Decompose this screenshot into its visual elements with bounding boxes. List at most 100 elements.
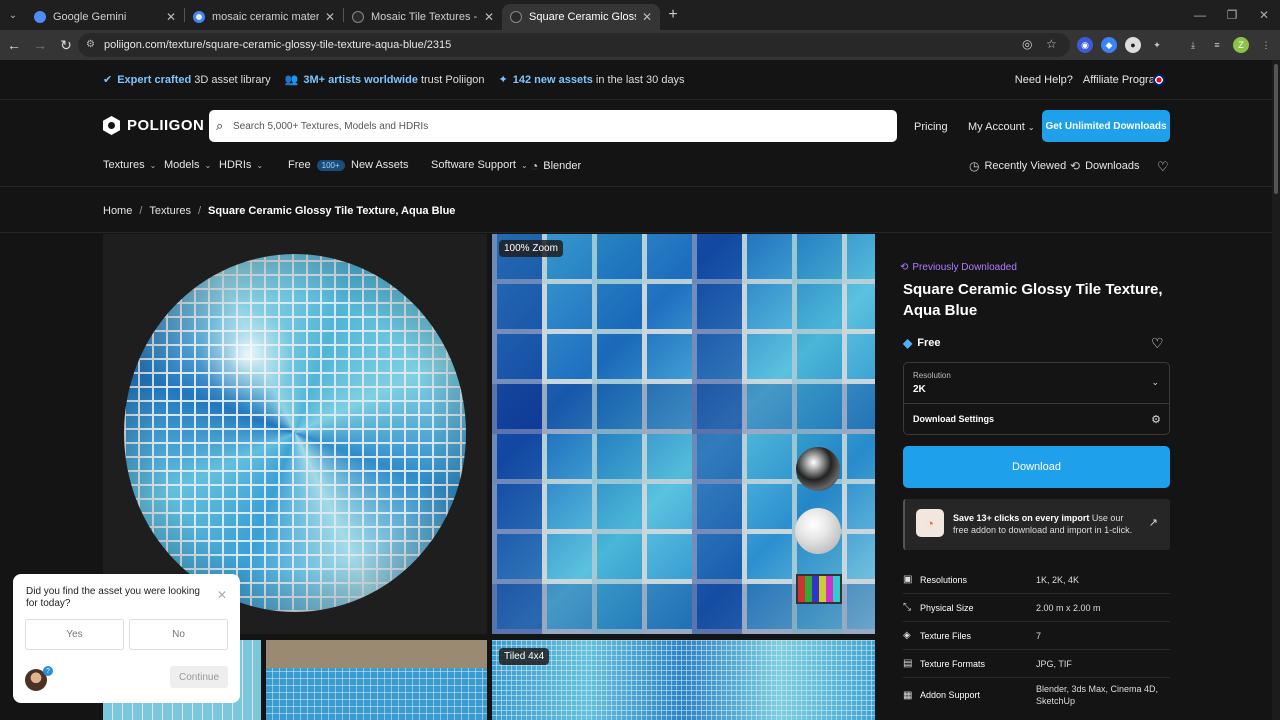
continue-button[interactable]: Continue [170, 666, 228, 688]
browser-tab[interactable]: mosaic ceramic material for un ✕ [185, 4, 343, 30]
chevron-down-icon: ⌄ [521, 160, 528, 170]
chevron-down-icon[interactable]: ⌄ [1151, 377, 1159, 388]
uk-flag-icon[interactable] [1153, 74, 1165, 86]
nav-hdris[interactable]: HDRIs ⌄ [219, 159, 263, 171]
download-icon[interactable]: ⤓ [1185, 37, 1201, 53]
close-tab-icon[interactable]: ✕ [642, 10, 652, 24]
close-window-icon[interactable]: ✕ [1248, 0, 1280, 30]
resolution-icon: ▣ [903, 574, 913, 585]
url-text: poliigon.com/texture/square-ceramic-glos… [104, 39, 452, 51]
need-help-link[interactable]: Need Help? [1015, 74, 1073, 86]
promo-item: 👥 3M+ artists worldwide trust Poliigon [285, 73, 485, 87]
poliigon-logo[interactable]: POLIIGON [103, 116, 204, 135]
download-button[interactable]: Download [903, 446, 1170, 488]
spec-key: Physical Size [920, 602, 974, 613]
tab-search-icon[interactable]: ⌄ [0, 0, 26, 30]
promo-bar: ✔ Expert crafted 3D asset library 👥 3M+ … [0, 60, 1272, 100]
get-unlimited-downloads-button[interactable]: Get Unlimited Downloads [1042, 110, 1170, 142]
reading-list-icon[interactable]: ≡ [1209, 37, 1225, 53]
breadcrumb-home[interactable]: Home [103, 205, 132, 217]
price-label: Free [917, 337, 941, 349]
forward-icon[interactable]: → [28, 33, 52, 57]
blender-icon: ◔ [531, 159, 539, 173]
promo-highlight: 142 new assets [512, 73, 593, 86]
menu-kebab-icon[interactable]: ⋮ [1258, 37, 1274, 53]
nav-label: New Assets [351, 159, 409, 171]
close-icon[interactable]: ✕ [217, 588, 227, 602]
reload-icon[interactable]: ↻ [54, 33, 78, 57]
nav-software-support[interactable]: Software Support ⌄ [431, 159, 528, 171]
breadcrumb-textures[interactable]: Textures [149, 205, 191, 217]
resolution-select[interactable]: Resolution 2K [913, 371, 951, 395]
browser-tab-active[interactable]: Square Ceramic Glossy Tile Text ✕ [502, 4, 660, 30]
clock-icon: ◷ [969, 159, 980, 173]
breadcrumb-divider [0, 232, 1272, 233]
spec-value: 2.00 m x 2.00 m [1036, 602, 1101, 613]
grey-reference-ball [795, 508, 841, 554]
search-input[interactable]: ⌕ Search 5,000+ Textures, Models and HDR… [209, 110, 897, 142]
spec-row: ▦ Addon Support Blender, 3ds Max, Cinema 4… [903, 678, 1170, 712]
close-tab-icon[interactable]: ✕ [166, 10, 176, 24]
chevron-down-icon: ⌄ [256, 160, 264, 170]
bookmark-star-icon[interactable]: ☆ [1046, 37, 1057, 51]
eye-off-icon[interactable]: ◎ [1022, 37, 1032, 51]
download-history-icon: ⟲ [1070, 159, 1081, 173]
extension-icon[interactable]: ◉ [1077, 37, 1093, 53]
nav-textures[interactable]: Textures ⌄ [103, 159, 156, 171]
gemini-icon [34, 11, 46, 23]
promo-highlight: 3M+ artists worldwide [303, 73, 418, 86]
header-divider [0, 186, 1272, 187]
restore-icon[interactable]: ❐ [1216, 0, 1248, 30]
browser-tab[interactable]: Mosaic Tile Textures - Poliigon ✕ [344, 4, 502, 30]
downloads-link[interactable]: ⟲ Downloads [1070, 159, 1139, 173]
logo-text: POLIIGON [127, 117, 205, 134]
extensions-puzzle-icon[interactable]: ✦ [1149, 37, 1165, 53]
nav-models[interactable]: Models ⌄ [164, 159, 211, 171]
download-settings-label[interactable]: Download Settings [913, 414, 994, 424]
profile-avatar[interactable]: Z [1233, 37, 1249, 53]
blender-addon-banner[interactable]: ◔ Save 13+ clicks on every import Use ou… [903, 499, 1170, 550]
chevron-down-icon: ⌄ [1027, 123, 1035, 132]
addon-bold-text: Save 13+ clicks on every import [953, 513, 1090, 523]
breadcrumb-separator: / [197, 205, 202, 217]
external-arrow-icon[interactable]: ↗ [1149, 516, 1158, 529]
extension-icon[interactable]: ◆ [1101, 37, 1117, 53]
search-icon: ⌕ [216, 118, 224, 133]
promo-text: trust Poliigon [420, 73, 485, 86]
browser-tab[interactable]: Google Gemini ✕ [26, 4, 184, 30]
scrollbar-thumb[interactable] [1274, 64, 1278, 194]
gallery-thumbnail[interactable] [266, 640, 487, 720]
new-tab-button[interactable]: + [660, 6, 686, 24]
minimize-icon[interactable]: — [1184, 0, 1216, 30]
survey-question: Did you find the asset you were looking … [26, 586, 200, 609]
page-scrollbar[interactable] [1272, 60, 1280, 720]
favorites-heart-icon[interactable]: ♡ [1157, 159, 1169, 175]
yes-button[interactable]: Yes [25, 619, 124, 650]
site-info-icon[interactable]: ⚙ [86, 39, 98, 51]
address-bar[interactable]: ⚙ poliigon.com/texture/square-ceramic-gl… [78, 33, 1070, 57]
nav-blender[interactable]: ◔ Blender [531, 159, 581, 173]
poliigon-logo-icon [103, 116, 120, 135]
nav-free[interactable]: Free 100+ [288, 159, 345, 171]
spec-key: Texture Files [920, 630, 972, 641]
favorite-heart-icon[interactable]: ♡ [1151, 335, 1164, 352]
blender-icon: ◔ [916, 509, 944, 537]
recently-viewed-link[interactable]: ◷ Recently Viewed [969, 159, 1066, 173]
spec-row: ▤ Texture Formats JPG, TIF [903, 650, 1170, 678]
spec-row: ◈ Texture Files 7 [903, 622, 1170, 650]
settings-gear-icon[interactable]: ⚙ [1151, 413, 1161, 426]
tiled-preview-image[interactable] [492, 640, 875, 720]
nav-label: Recently Viewed [984, 160, 1067, 172]
back-icon[interactable]: ← [2, 33, 26, 57]
pricing-link[interactable]: Pricing [914, 121, 948, 133]
my-account-menu[interactable]: My Account ⌄ [968, 121, 1035, 133]
close-tab-icon[interactable]: ✕ [484, 10, 494, 24]
tile-sphere-render [124, 254, 466, 612]
close-tab-icon[interactable]: ✕ [325, 10, 335, 24]
affiliate-link[interactable]: Affiliate Program [1083, 74, 1164, 86]
no-button[interactable]: No [129, 619, 228, 650]
extension-icon[interactable]: ● [1125, 37, 1141, 53]
nav-new-assets[interactable]: New Assets [351, 159, 408, 171]
promo-text: in the last 30 days [595, 73, 685, 86]
spec-row: ▣ Resolutions 1K, 2K, 4K [903, 566, 1170, 594]
